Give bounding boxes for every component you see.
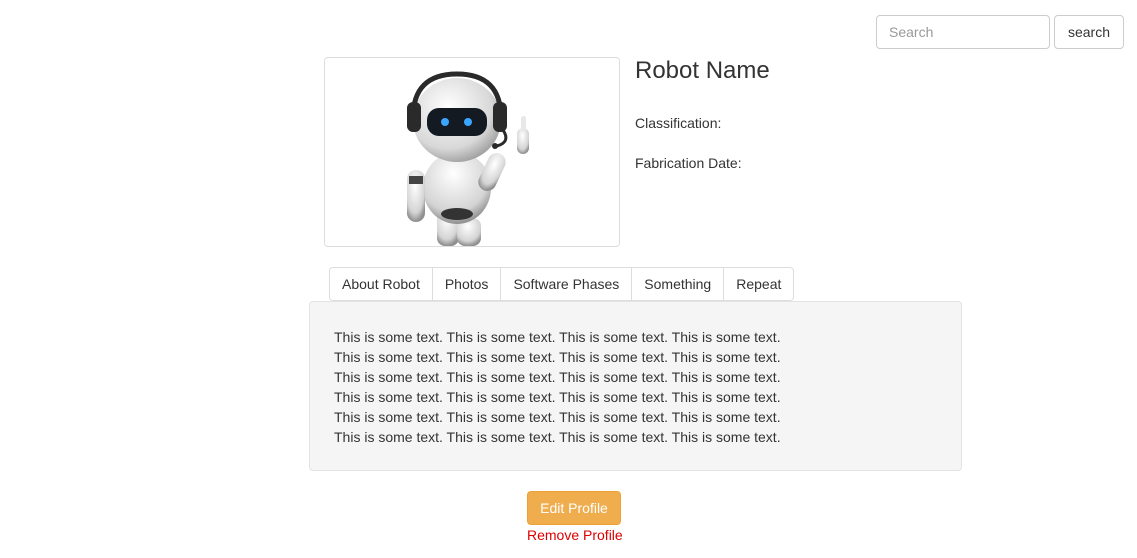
search-button[interactable]: search <box>1054 15 1124 49</box>
content-line: This is some text. This is some text. Th… <box>334 389 781 405</box>
profile-tabs: About Robot Photos Software Phases Somet… <box>329 267 795 301</box>
tab-something[interactable]: Something <box>632 267 725 301</box>
robot-icon <box>407 71 529 246</box>
robot-profile-page: search <box>0 0 1137 558</box>
fabrication-date-label: Fabrication Date: <box>635 155 742 171</box>
content-line: This is some text. This is some text. Th… <box>334 329 781 345</box>
content-line: This is some text. This is some text. Th… <box>334 429 781 445</box>
classification-label: Classification: <box>635 115 722 131</box>
tab-content-panel: This is some text. This is some text. Th… <box>309 301 962 471</box>
robot-name: Robot Name <box>635 57 770 84</box>
tab-photos[interactable]: Photos <box>432 267 502 301</box>
content-line: This is some text. This is some text. Th… <box>334 409 781 425</box>
remove-profile-link[interactable]: Remove Profile <box>527 526 623 544</box>
content-line: This is some text. This is some text. Th… <box>334 369 781 385</box>
tab-about-robot[interactable]: About Robot <box>329 267 433 301</box>
content-line: This is some text. This is some text. Th… <box>334 349 781 365</box>
search-input[interactable] <box>876 15 1050 49</box>
tab-repeat[interactable]: Repeat <box>724 267 795 301</box>
tab-software-phases[interactable]: Software Phases <box>501 267 633 301</box>
robot-image <box>324 57 620 247</box>
edit-profile-button[interactable]: Edit Profile <box>527 491 621 525</box>
